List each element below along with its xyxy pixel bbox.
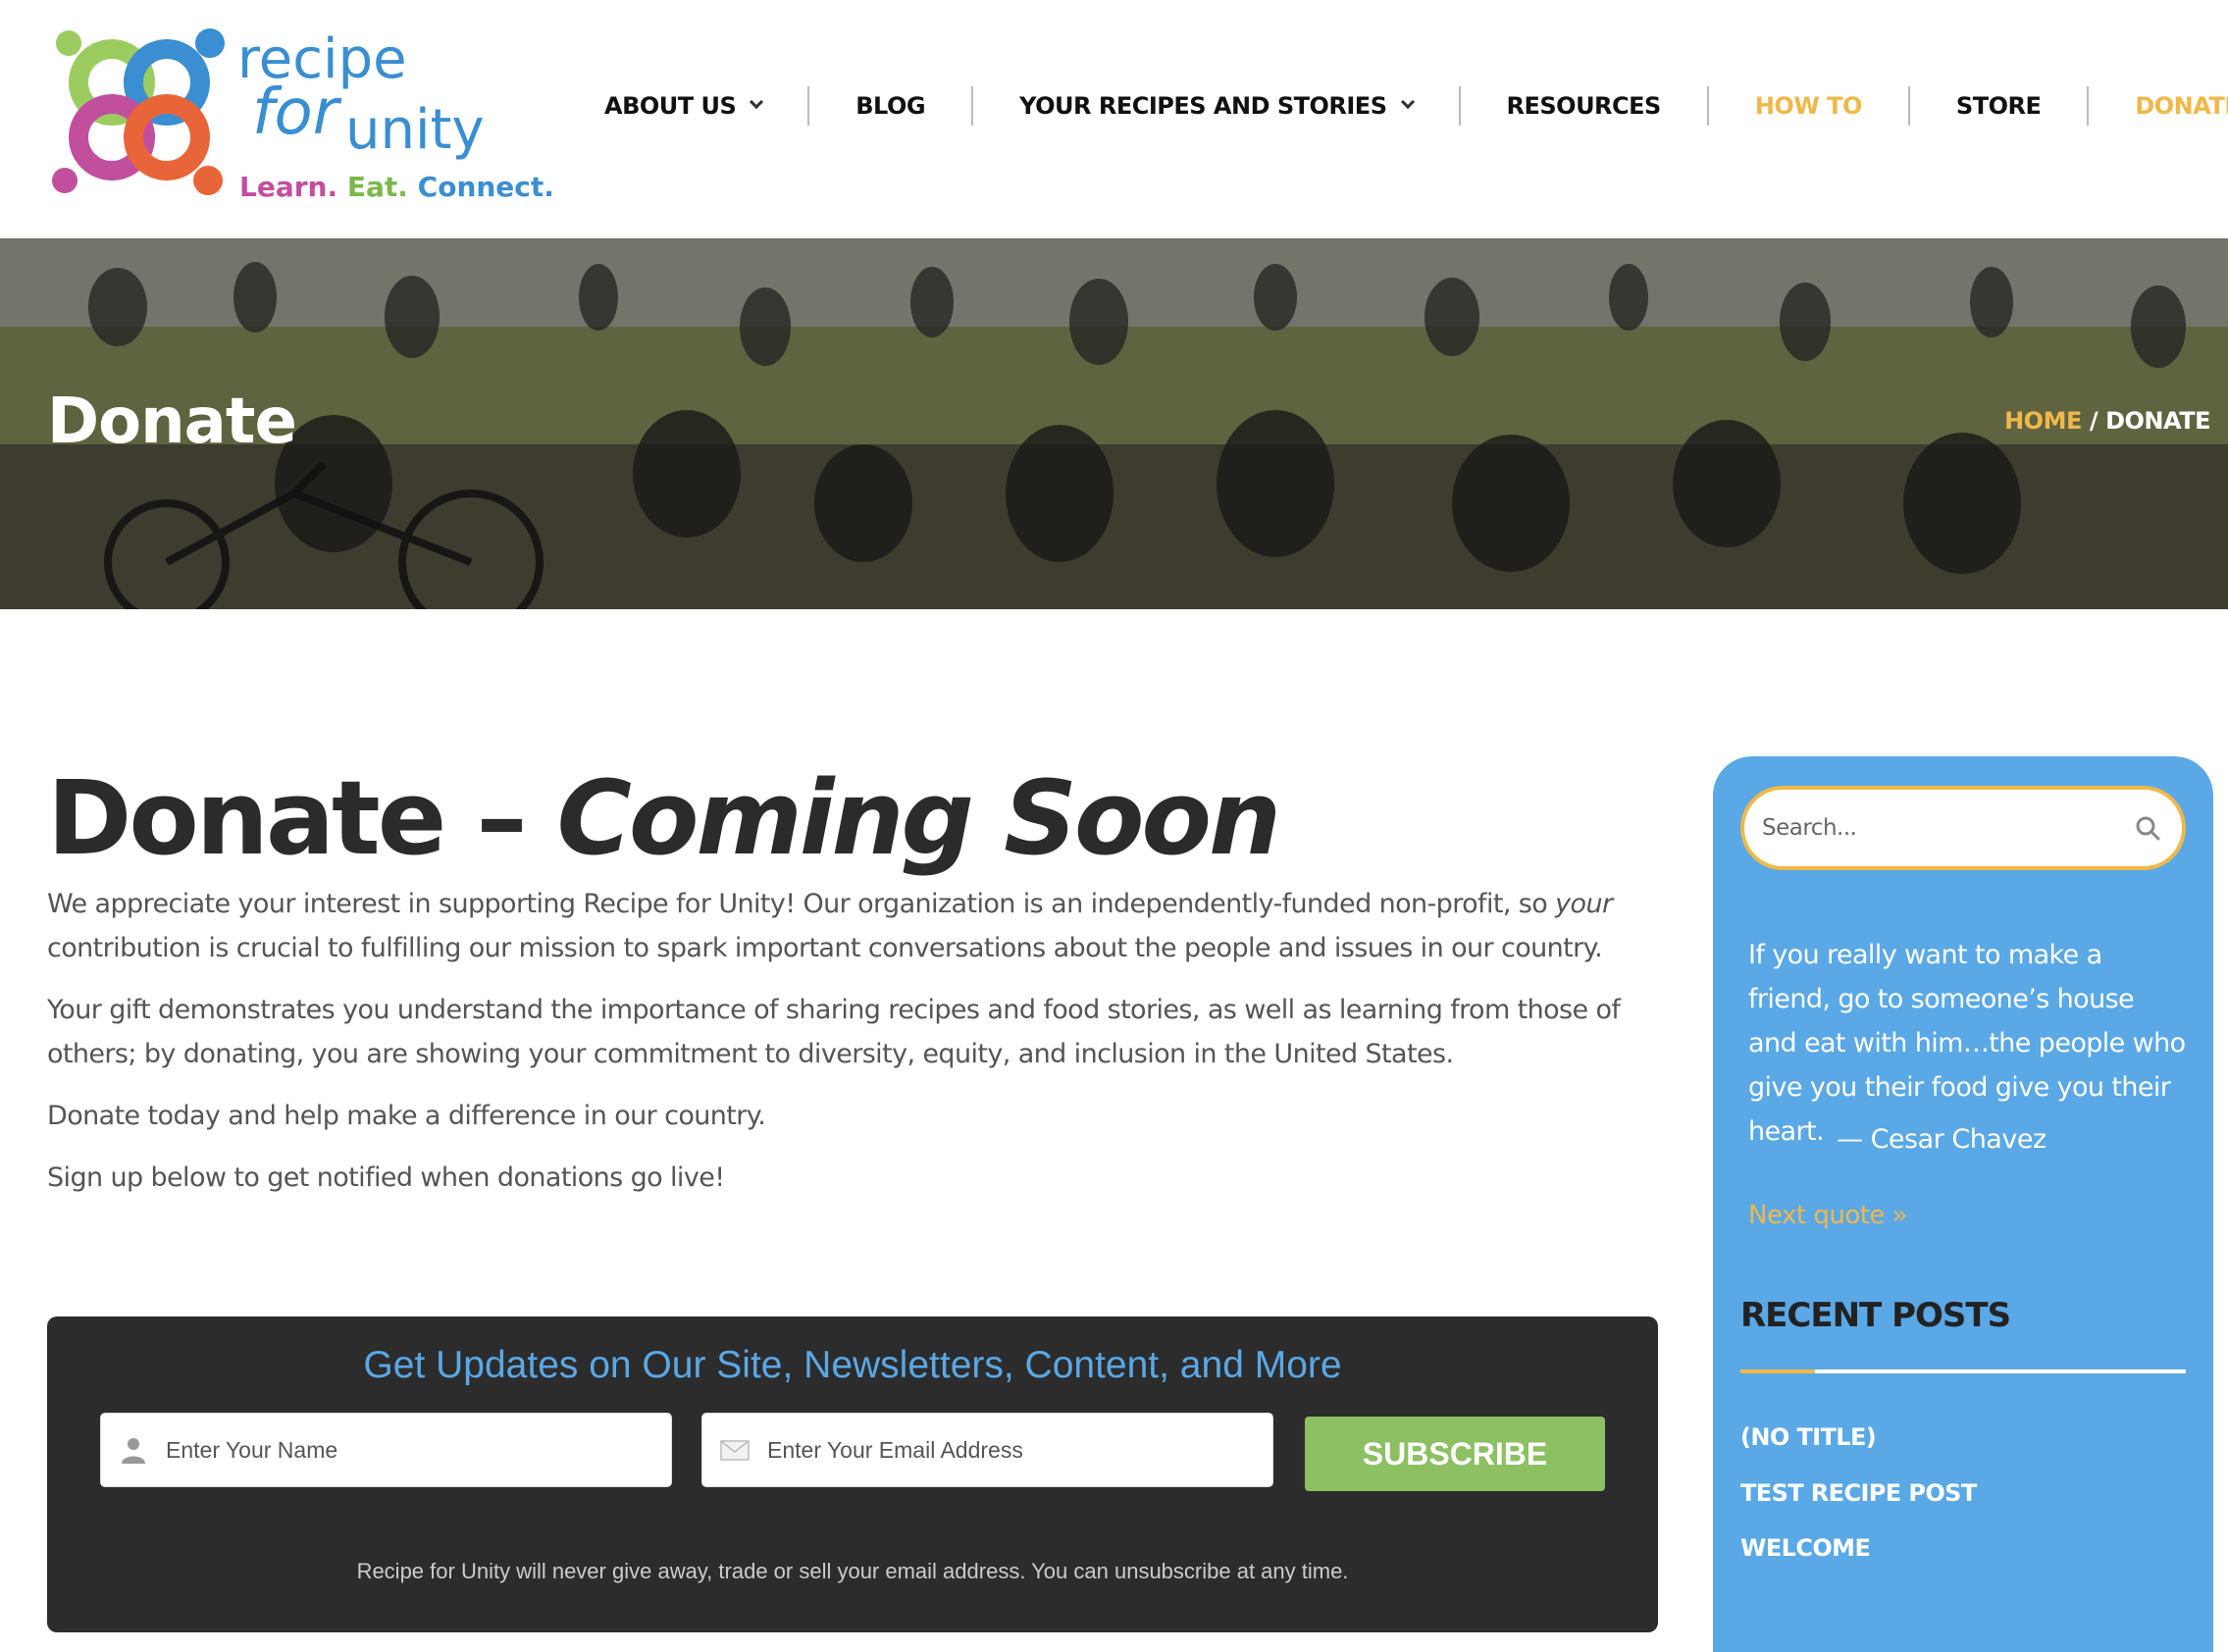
nav-donate[interactable]: DONATE: [2089, 86, 2228, 126]
breadcrumb-home-link[interactable]: HOME: [2004, 407, 2082, 435]
intro-text-a: We appreciate your interest in supportin…: [47, 889, 1556, 920]
hero-banner: Donate HOME / DONATE: [0, 238, 2228, 609]
next-quote-link[interactable]: Next quote »: [1748, 1201, 1908, 1230]
gift-paragraph: Your gift demonstrates you understand th…: [47, 995, 1621, 1070]
quote-text: If you really want to make a friend, go …: [1748, 940, 2186, 1147]
chevron-down-icon: [750, 94, 764, 110]
intro-paragraph: We appreciate your interest in supportin…: [47, 882, 1656, 970]
search-placeholder: Search...: [1762, 815, 1857, 841]
breadcrumb: HOME / DONATE: [2004, 407, 2210, 435]
recent-posts-divider: [1740, 1369, 2186, 1373]
hero-title: Donate: [47, 386, 297, 458]
quote-author: — Cesar Chavez: [1837, 1124, 2047, 1155]
subscribe-button[interactable]: SUBSCRIBE: [1305, 1417, 1605, 1491]
main-content: Donate – Coming Soon We appreciate your …: [47, 764, 1656, 1200]
logo-text-unity: unity: [345, 98, 485, 162]
search-icon[interactable]: [2135, 815, 2160, 841]
nav-store-label: STORE: [1955, 92, 2042, 120]
hero-overlay: [0, 238, 2228, 609]
site-logo[interactable]: recipe for unity Learn. Eat. Connect.: [51, 24, 554, 210]
breadcrumb-separator: /: [2089, 407, 2098, 435]
envelope-icon: [720, 1440, 750, 1461]
donate-today-paragraph: Donate today and help make a difference …: [47, 1101, 766, 1132]
email-placeholder: Enter Your Email Address: [767, 1436, 1023, 1463]
tagline-eat: Eat.: [346, 171, 408, 203]
nav-resources[interactable]: RESOURCES: [1461, 86, 1707, 126]
nav-blog[interactable]: BLOG: [809, 86, 971, 126]
nav-how-to[interactable]: HOW TO: [1709, 86, 1908, 126]
logo-text-for: for: [252, 77, 338, 149]
recent-post-link[interactable]: TEST RECIPE POST: [1740, 1479, 1977, 1507]
search-input[interactable]: Search...: [1740, 786, 2186, 870]
tagline-learn: Learn.: [239, 171, 338, 203]
name-field[interactable]: Enter Your Name: [100, 1413, 672, 1487]
nav-your-recipes-and-stories[interactable]: YOUR RECIPES AND STORIES: [973, 86, 1458, 126]
recent-post-link[interactable]: (NO TITLE): [1740, 1423, 1877, 1451]
recent-posts-title: RECENT POSTS: [1740, 1296, 2011, 1335]
nav-store[interactable]: STORE: [1910, 86, 2087, 126]
chevron-down-icon: [1400, 94, 1415, 110]
page-title-italic: Coming Soon: [556, 758, 1281, 878]
breadcrumb-current: DONATE: [2105, 407, 2210, 435]
recent-post-link[interactable]: WELCOME: [1740, 1534, 1871, 1562]
tagline-connect: Connect.: [417, 171, 554, 203]
intro-text-emphasis: your: [1555, 889, 1613, 920]
subscribe-box: Get Updates on Our Site, Newsletters, Co…: [47, 1316, 1658, 1632]
nav-about-us[interactable]: ABOUT US: [585, 86, 807, 126]
site-header: recipe for unity Learn. Eat. Connect. AB…: [0, 0, 2228, 238]
privacy-note: Recipe for Unity will never give away, t…: [356, 1559, 1349, 1583]
nav-about-us-label: ABOUT US: [604, 92, 737, 120]
logo-tagline: Learn. Eat. Connect.: [239, 171, 554, 203]
name-placeholder: Enter Your Name: [166, 1436, 338, 1463]
nav-resources-label: RESOURCES: [1506, 92, 1662, 120]
divider-accent: [1740, 1369, 1815, 1373]
sidebar: Search... If you really want to make a f…: [1713, 756, 2213, 1652]
user-icon: [122, 1438, 145, 1464]
subscribe-title: Get Updates on Our Site, Newsletters, Co…: [363, 1344, 1342, 1386]
nav-your-recipes-label: YOUR RECIPES AND STORIES: [1019, 92, 1387, 120]
intro-text-b: contribution is crucial to fulfilling ou…: [47, 933, 1603, 964]
logo-mark-icon: [52, 28, 225, 195]
nav-blog-label: BLOG: [855, 92, 926, 120]
email-field[interactable]: Enter Your Email Address: [701, 1413, 1273, 1487]
nav-donate-label: DONATE: [2135, 92, 2228, 120]
page-title: Donate – Coming Soon: [47, 764, 1656, 872]
nav-how-to-label: HOW TO: [1754, 92, 1863, 120]
main-nav: ABOUT US BLOG YOUR RECIPES AND STORIES R…: [585, 78, 2228, 133]
page-title-plain: Donate –: [47, 758, 557, 878]
sign-up-paragraph: Sign up below to get notified when donat…: [47, 1162, 725, 1194]
